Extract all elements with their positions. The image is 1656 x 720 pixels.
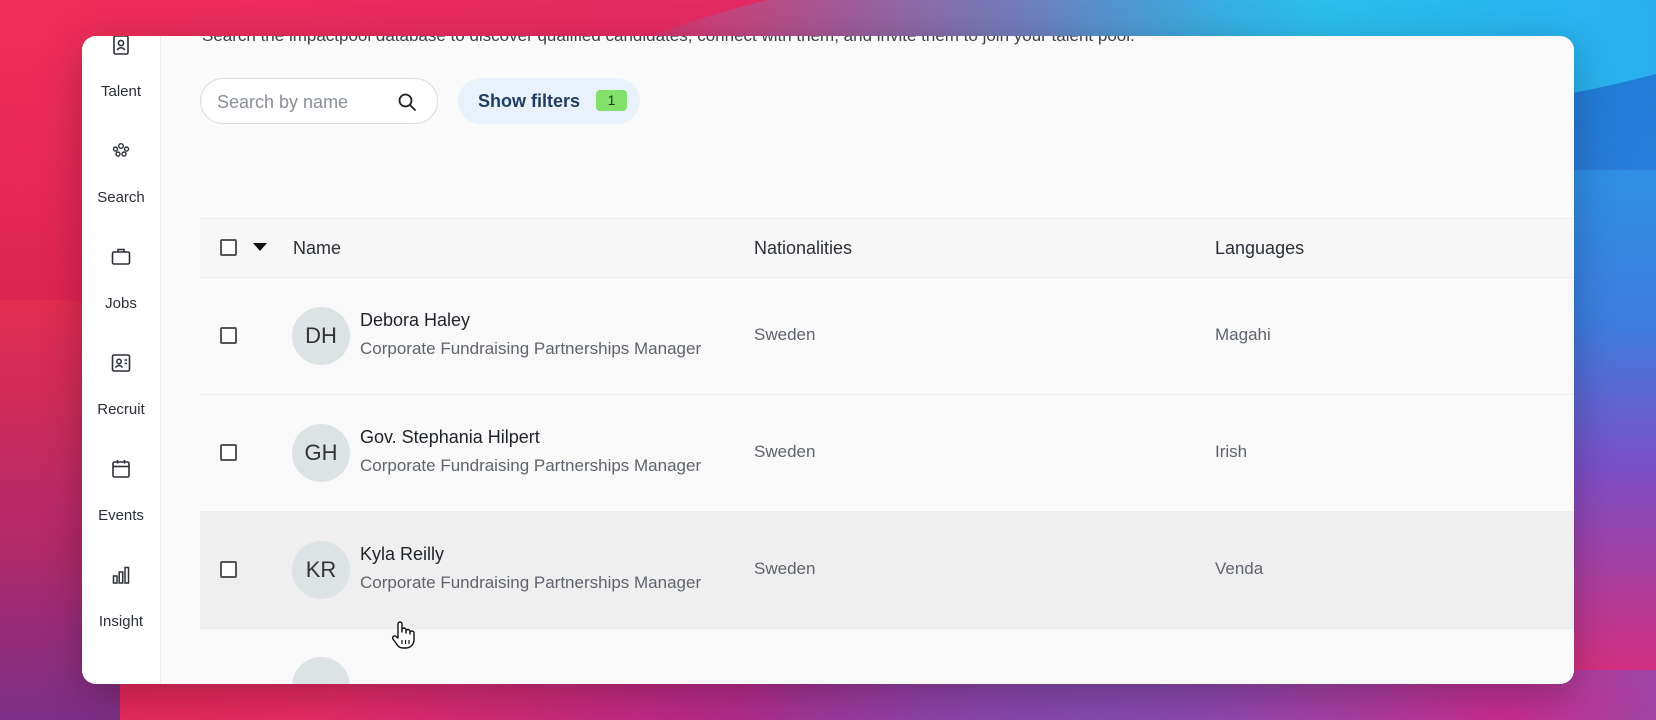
show-filters-button[interactable]: Show filters 1 bbox=[458, 78, 640, 124]
candidate-name[interactable]: Gov. Stephania Hilpert bbox=[360, 427, 540, 448]
column-header-languages[interactable]: Languages bbox=[1215, 238, 1304, 259]
avatar: DH bbox=[292, 307, 350, 365]
sidebar-item-label: Jobs bbox=[105, 295, 137, 312]
show-filters-label: Show filters bbox=[478, 91, 581, 111]
avatar: KR bbox=[292, 541, 350, 599]
caret-down-icon[interactable] bbox=[252, 239, 268, 255]
table-row[interactable]: GH Gov. Stephania Hilpert Corporate Fund… bbox=[200, 394, 1574, 511]
sidebar-item-label: Events bbox=[98, 507, 144, 524]
sidebar-item-label: Recruit bbox=[97, 401, 145, 418]
candidate-role: Corporate Fundraising Partnerships Manag… bbox=[360, 573, 702, 592]
candidate-name[interactable]: Kyla Reilly bbox=[360, 544, 444, 565]
sidebar-item-label: Search bbox=[97, 189, 145, 206]
sidebar-item-label: Talent bbox=[100, 83, 142, 100]
column-header-nationalities[interactable]: Nationalities bbox=[754, 238, 852, 259]
column-header-name[interactable]: Name bbox=[293, 238, 341, 259]
sidebar-item-jobs[interactable]: Jobs bbox=[82, 246, 160, 312]
sidebar-item-talent[interactable]: Talent bbox=[82, 36, 160, 100]
page-subtitle: Search the impactpool database to discov… bbox=[202, 36, 1135, 46]
candidate-language: Venda bbox=[1215, 559, 1264, 578]
search-field[interactable] bbox=[200, 78, 438, 124]
table-row[interactable]: DH Debora Haley Corporate Fundraising Pa… bbox=[200, 277, 1574, 394]
candidates-table: Name Nationalities Languages DH Debora H… bbox=[200, 218, 1574, 684]
candidate-name[interactable]: Debora Haley bbox=[360, 310, 470, 331]
candidate-language: Irish bbox=[1215, 442, 1248, 461]
candidate-nationality: Sweden bbox=[754, 442, 816, 461]
sidebar-item-label: Insight bbox=[98, 613, 144, 630]
main-content: Search the impactpool database to discov… bbox=[160, 36, 1574, 684]
calendar-icon bbox=[112, 460, 130, 478]
select-all-checkbox[interactable] bbox=[220, 239, 237, 256]
sidebar-item-events[interactable]: Events bbox=[82, 458, 160, 524]
briefcase-icon bbox=[111, 248, 131, 265]
row-checkbox[interactable] bbox=[220, 444, 237, 461]
candidate-role: Corporate Fundraising Partnerships Manag… bbox=[360, 339, 702, 358]
filter-count-badge: 1 bbox=[596, 90, 627, 111]
sidebar-item-search[interactable]: Search bbox=[82, 140, 160, 206]
row-checkbox[interactable] bbox=[220, 327, 237, 344]
bar-chart-icon bbox=[112, 566, 130, 584]
search-input[interactable] bbox=[215, 89, 399, 115]
people-group-icon bbox=[112, 143, 130, 157]
candidate-nationality: Sweden bbox=[754, 559, 816, 578]
avatar: GH bbox=[292, 424, 350, 482]
candidate-nationality: Sweden bbox=[754, 325, 816, 344]
table-row[interactable]: KR Kyla Reilly Corporate Fundraising Par… bbox=[200, 511, 1574, 628]
candidate-role: Corporate Fundraising Partnerships Manag… bbox=[360, 456, 702, 475]
search-icon[interactable] bbox=[397, 92, 417, 112]
sidebar: Talent Search Jobs Recruit Events Insigh… bbox=[82, 36, 161, 684]
id-card-icon bbox=[111, 354, 131, 372]
app-window: Talent Search Jobs Recruit Events Insigh… bbox=[82, 36, 1574, 684]
table-header: Name Nationalities Languages bbox=[200, 218, 1574, 277]
contact-card-icon bbox=[113, 36, 129, 55]
avatar bbox=[292, 657, 350, 684]
sidebar-item-insight[interactable]: Insight bbox=[82, 564, 160, 630]
sidebar-item-recruit[interactable]: Recruit bbox=[82, 352, 160, 418]
candidate-language: Magahi bbox=[1215, 325, 1271, 344]
hand-pointer-cursor-icon bbox=[391, 621, 415, 649]
row-checkbox[interactable] bbox=[220, 561, 237, 578]
